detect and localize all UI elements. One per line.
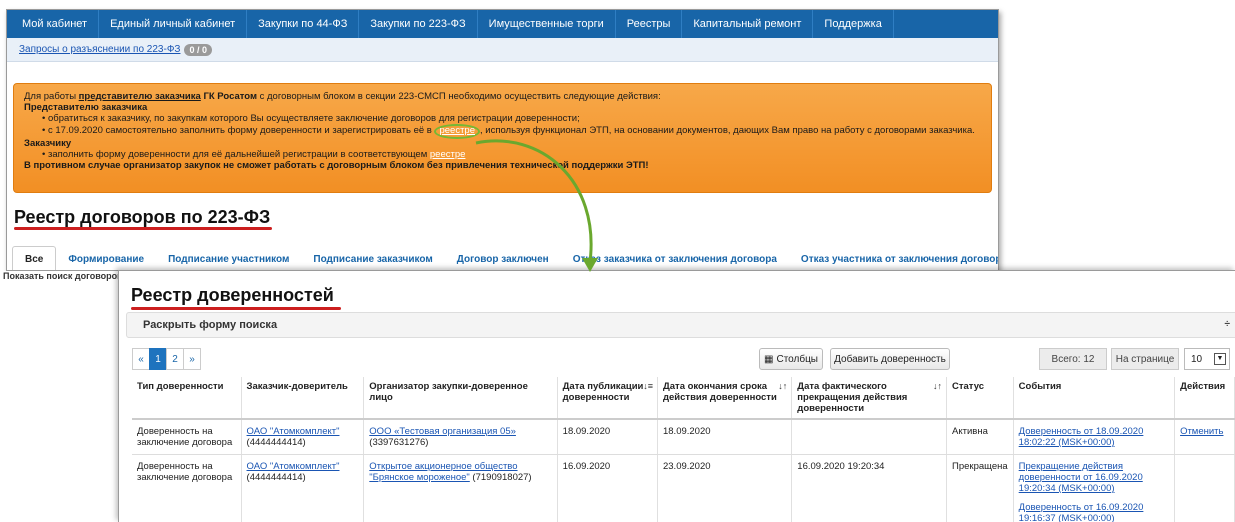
total-count: Всего: 12	[1039, 348, 1107, 370]
sort-desc-icon[interactable]: ↓≡	[643, 381, 653, 392]
event-link[interactable]: Доверенность от 18.09.2020 18:02:22 (MSK…	[1019, 426, 1144, 448]
tab-contract-concluded[interactable]: Договор заключен	[445, 246, 561, 270]
table-header-row: Тип доверенности Заказчик-доверитель Орг…	[132, 377, 1235, 420]
sort-icon[interactable]: ↓↑	[778, 381, 787, 392]
event-link[interactable]: Доверенность от 16.09.2020 19:16:37 (MSK…	[1019, 502, 1144, 522]
chevron-down-icon[interactable]: ▼	[1214, 353, 1226, 365]
cell-stop-date: 16.09.2020 19:20:34	[791, 454, 948, 522]
col-stop-date[interactable]: Дата фактического прекращения действия д…	[791, 377, 948, 420]
col-organizer[interactable]: Организатор закупки-доверенное лицо	[363, 377, 558, 420]
nav-my-cabinet[interactable]: Мой кабинет	[11, 10, 100, 38]
page-prev[interactable]: «	[132, 348, 150, 370]
title-underline	[14, 227, 272, 230]
col-status[interactable]: Статус	[946, 377, 1014, 420]
alert-heading-representative: Представителю заказчика	[24, 101, 148, 113]
tab-forming[interactable]: Формирование	[56, 246, 156, 270]
customer-link[interactable]: ОАО "Атомкомплект"	[247, 461, 340, 472]
cell-end-date: 23.09.2020	[657, 454, 793, 522]
nav-support[interactable]: Поддержка	[813, 10, 894, 38]
cell-events: Доверенность от 18.09.2020 18:02:22 (MSK…	[1013, 419, 1176, 455]
rosatom-notice-alert: Для работы представителю заказчика ГК Ро…	[13, 83, 992, 193]
grid-icon: ▦	[764, 353, 774, 365]
pagination: « 1 2 »	[132, 348, 201, 370]
columns-button[interactable]: ▦ Столбцы	[759, 348, 823, 370]
expand-icon[interactable]: ÷	[1225, 319, 1231, 330]
col-type[interactable]: Тип доверенности	[132, 377, 242, 420]
tab-all[interactable]: Все	[12, 246, 57, 270]
nav-44fz[interactable]: Закупки по 44-ФЗ	[247, 10, 360, 38]
show-search-strip[interactable]: Показать поиск договоров	[0, 271, 118, 285]
col-end-date[interactable]: Дата окончания срока действия довереннос…	[657, 377, 793, 420]
cell-organizer: Открытое акционерное общество "Брянское …	[363, 454, 558, 522]
tab-participant-signing[interactable]: Подписание участником	[156, 246, 301, 270]
search-form-toggle[interactable]: Раскрыть форму поиска ÷	[126, 312, 1235, 338]
add-poa-button[interactable]: Добавить доверенность	[830, 348, 950, 370]
cancel-link[interactable]: Отменить	[1180, 426, 1223, 437]
col-customer[interactable]: Заказчик-доверитель	[241, 377, 365, 420]
registry-link-highlighted[interactable]: реестре	[439, 125, 475, 136]
cell-organizer: ООО «Тестовая организация 05» (339763127…	[363, 419, 558, 455]
cell-pub-date: 16.09.2020	[557, 454, 658, 522]
table-row: Доверенность на заключение договора ОАО …	[132, 454, 1235, 522]
organizer-link[interactable]: ООО «Тестовая организация 05»	[369, 426, 516, 437]
cell-actions	[1174, 454, 1235, 522]
tab-customer-refusal[interactable]: Отказ заказчика от заключения договора	[561, 246, 789, 270]
registry-link[interactable]: реестре	[430, 149, 466, 160]
contracts-registry-window: Мой кабинет Единый личный кабинет Закупк…	[6, 9, 999, 271]
cell-pub-date: 18.09.2020	[557, 419, 658, 455]
page-2[interactable]: 2	[166, 348, 184, 370]
cell-customer: ОАО "Атомкомплект" (4444444414)	[241, 419, 365, 455]
cell-stop-date	[791, 419, 948, 455]
col-actions[interactable]: Действия	[1174, 377, 1235, 420]
cell-type: Доверенность на заключение договора	[132, 419, 242, 455]
col-pub-date[interactable]: Дата публикации доверенности ↓≡	[557, 377, 658, 420]
cell-status: Активна	[946, 419, 1014, 455]
nav-capital-repair[interactable]: Капитальный ремонт	[682, 10, 814, 38]
cell-status: Прекращена	[946, 454, 1014, 522]
table-row: Доверенность на заключение договора ОАО …	[132, 419, 1235, 455]
nav-223fz[interactable]: Закупки по 223-ФЗ	[359, 10, 478, 38]
alert-intro: Для работы представителю заказчика ГК Ро…	[24, 91, 661, 102]
highlight-circle: реестре	[434, 124, 480, 140]
cell-customer: ОАО "Атомкомплект" (4444444414)	[241, 454, 365, 522]
alert-bullet-1: • обратиться к заказчику, по закупкам ко…	[42, 112, 580, 124]
page-next[interactable]: »	[183, 348, 201, 370]
cell-type: Доверенность на заключение договора	[132, 454, 242, 522]
sort-icon[interactable]: ↓↑	[933, 381, 942, 392]
poa-table: Тип доверенности Заказчик-доверитель Орг…	[132, 377, 1235, 522]
requests-count-badge: 0 / 0	[184, 43, 212, 56]
nav-registries[interactable]: Реестры	[616, 10, 683, 38]
cell-end-date: 18.09.2020	[657, 419, 793, 455]
per-page-label: На странице	[1111, 348, 1179, 370]
sub-navigation: Запросы о разъяснении по 223-ФЗ 0 / 0	[7, 38, 998, 62]
nav-unified-cabinet[interactable]: Единый личный кабинет	[99, 10, 248, 38]
tab-participant-refusal[interactable]: Отказ участника от заключения договора	[789, 246, 998, 270]
poa-registry-title: Реестр доверенностей	[131, 285, 334, 305]
contracts-registry-title: Реестр договоров по 223-ФЗ	[14, 207, 271, 227]
event-link[interactable]: Прекращение действия доверенности от 16.…	[1019, 461, 1143, 494]
contract-status-tabs: Все Формирование Подписание участником П…	[12, 242, 998, 270]
customer-link[interactable]: ОАО "Атомкомплект"	[247, 426, 340, 437]
clarification-requests-link[interactable]: Запросы о разъяснении по 223-ФЗ	[19, 44, 180, 55]
alert-warning: В противном случае организатор закупок н…	[24, 159, 649, 171]
cell-actions: Отменить	[1174, 419, 1235, 455]
per-page-select[interactable]: 10 ▼	[1184, 348, 1230, 370]
search-toggle-label: Раскрыть форму поиска	[143, 319, 278, 331]
tab-customer-signing[interactable]: Подписание заказчиком	[301, 246, 444, 270]
alert-bullet-2: • с 17.09.2020 самостоятельно заполнить …	[24, 124, 981, 140]
power-of-attorney-registry-window: Реестр доверенностей Раскрыть форму поис…	[118, 270, 1235, 522]
col-events[interactable]: События	[1013, 377, 1176, 420]
nav-property-auctions[interactable]: Имущественные торги	[478, 10, 616, 38]
title-underline	[131, 307, 341, 310]
page-1[interactable]: 1	[149, 348, 167, 370]
cell-events: Прекращение действия доверенности от 16.…	[1013, 454, 1176, 522]
top-navigation: Мой кабинет Единый личный кабинет Закупк…	[7, 10, 998, 38]
